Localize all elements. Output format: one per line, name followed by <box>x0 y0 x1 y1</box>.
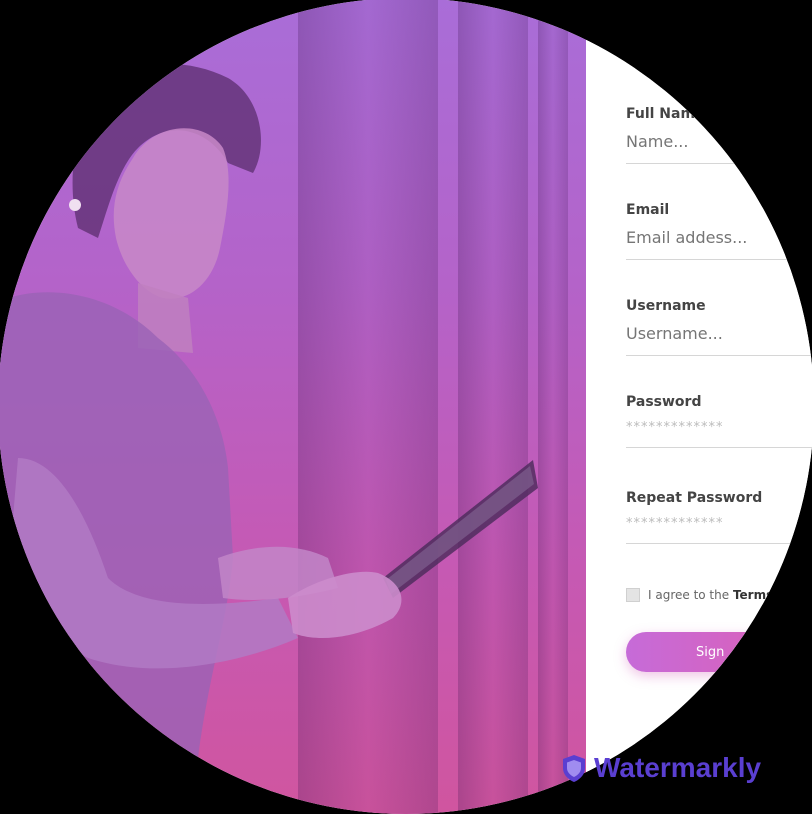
hero-image <box>0 0 586 814</box>
field-underline <box>626 259 812 260</box>
password-label: Password <box>626 394 702 410</box>
terms-agreement[interactable]: I agree to the Terms <box>626 588 773 602</box>
email-field: Email <box>626 202 812 260</box>
terms-checkbox[interactable] <box>626 588 640 602</box>
signup-button[interactable]: Sign <box>626 632 812 672</box>
terms-link[interactable]: Terms <box>733 588 773 602</box>
field-underline <box>626 355 812 356</box>
email-input[interactable] <box>626 228 812 247</box>
username-label: Username <box>626 298 706 314</box>
agree-text: I agree to the Terms <box>648 588 773 602</box>
username-input[interactable] <box>626 324 812 343</box>
screenshot-stage: Full Name Email Username Password Re <box>0 0 812 814</box>
password-field: Password <box>626 394 812 448</box>
username-field: Username <box>626 298 812 356</box>
email-label: Email <box>626 202 670 218</box>
field-underline <box>626 163 812 164</box>
repeat-password-input[interactable] <box>626 516 812 531</box>
full-name-field: Full Name <box>626 106 812 164</box>
woman-with-tablet-illustration <box>0 63 538 814</box>
full-name-input[interactable] <box>626 132 812 151</box>
password-input[interactable] <box>626 420 812 435</box>
field-underline <box>626 543 812 544</box>
repeat-password-field: Repeat Password <box>626 490 812 544</box>
full-name-label: Full Name <box>626 106 705 122</box>
agree-prefix: I agree to the <box>648 588 733 602</box>
watermark-text: Watermarkly <box>594 752 762 783</box>
shield-icon <box>563 755 585 782</box>
watermark: Watermarkly <box>560 752 761 784</box>
circular-viewport: Full Name Email Username Password Re <box>0 0 812 814</box>
repeat-password-label: Repeat Password <box>626 490 763 506</box>
field-underline <box>626 447 812 448</box>
signup-form: Full Name Email Username Password Re <box>586 0 812 814</box>
